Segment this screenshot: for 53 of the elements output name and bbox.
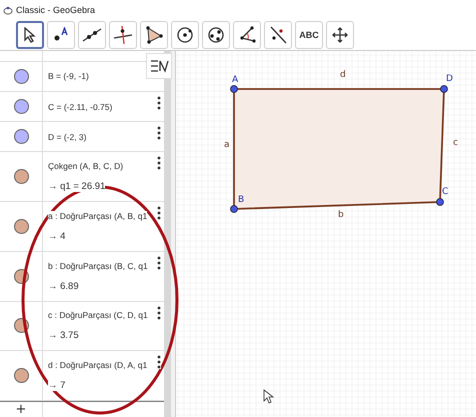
tool-button[interactable]	[16, 21, 44, 49]
more-menu-icon[interactable]	[156, 306, 161, 320]
visibility-dot[interactable]	[14, 68, 28, 84]
point-label: B	[238, 195, 244, 205]
algebra-expression: d : DoğruParçası (D, A, q1	[48, 360, 148, 370]
window-title: Classic - GeoGebra	[16, 5, 96, 15]
algebra-expression: c : DoğruParçası (C, D, q1	[48, 310, 148, 320]
reflect-line-icon	[269, 26, 287, 44]
more-menu-icon[interactable]	[156, 126, 161, 140]
segment-label: d	[340, 70, 346, 80]
algebra-expression: B = (-9, -1)	[48, 71, 89, 82]
visibility-dot[interactable]	[14, 169, 28, 184]
visibility-dot[interactable]	[14, 219, 28, 234]
circle-icon	[176, 26, 194, 44]
algebra-expression: D = (-2, 3)	[48, 132, 86, 142]
point-label: C	[442, 187, 448, 197]
mouse-cursor-icon	[264, 389, 274, 404]
segment-label: a	[224, 140, 230, 150]
circle-three-points-icon	[207, 26, 225, 44]
angle-icon	[238, 26, 256, 44]
segment-label: b	[338, 210, 344, 220]
algebra-expression: C = (-2.11, -0.75)	[48, 102, 112, 112]
point-dot[interactable]	[230, 85, 238, 93]
segment-label: c	[453, 138, 458, 148]
point-dot[interactable]	[230, 205, 238, 213]
style-bar-icon[interactable]	[146, 53, 172, 79]
triangle-icon	[145, 26, 163, 44]
move-arrows-icon	[332, 27, 348, 43]
point-icon	[52, 27, 70, 43]
point-label: A	[232, 75, 238, 85]
algebra-expression: b : DoğruParçası (B, C, q1	[48, 260, 148, 271]
algebra-output: → 7	[48, 380, 66, 392]
algebra-expression: Çokgen (A, B, C, D)	[48, 161, 124, 172]
point-label: D	[446, 74, 453, 84]
more-menu-icon[interactable]	[156, 156, 161, 170]
line-icon	[82, 27, 102, 43]
algebra-output: → 3.75	[48, 330, 79, 342]
point-dot[interactable]	[436, 198, 444, 206]
more-menu-icon[interactable]	[156, 206, 161, 220]
more-menu-icon[interactable]	[156, 355, 161, 370]
visibility-dot[interactable]	[14, 129, 28, 144]
app-logo-icon	[3, 5, 13, 15]
more-menu-icon[interactable]	[156, 256, 161, 270]
point-dot[interactable]	[440, 85, 448, 93]
algebra-output: → 6.89	[48, 280, 79, 292]
visibility-dot[interactable]	[14, 368, 28, 384]
more-menu-icon[interactable]	[156, 96, 161, 110]
visibility-dot[interactable]	[14, 99, 28, 114]
tool-button[interactable]: ABC	[295, 21, 323, 49]
arrow-pointer-icon	[23, 27, 37, 43]
perpendicular-lines-icon	[113, 25, 133, 45]
algebra-output: → q1 = 26.91	[48, 181, 106, 192]
algebra-expression: a : DoğruParçası (A, B, q1	[48, 211, 148, 222]
